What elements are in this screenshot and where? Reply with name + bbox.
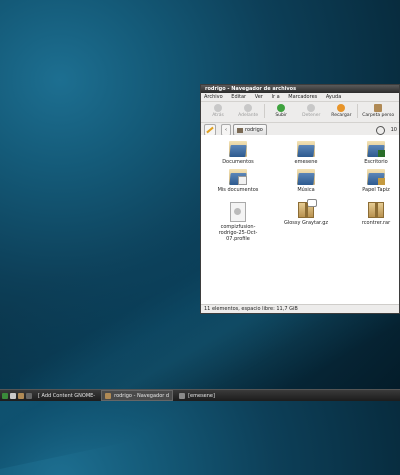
desktop-folder-icon [367, 141, 385, 157]
emesene-icon [179, 392, 186, 399]
zoom-value: 10 [390, 127, 397, 133]
toolbar-separator [264, 104, 266, 118]
stop-label: Detener [302, 113, 321, 118]
home-folder-icon [237, 127, 243, 133]
task-add-content[interactable]: [ Add Content GNOME- [35, 391, 98, 400]
up-label: Subir [275, 113, 287, 118]
back-button[interactable]: Atrás [203, 104, 233, 118]
show-desktop-icon[interactable] [2, 392, 8, 399]
file-name: Papel Tapiz [362, 187, 390, 193]
file-item[interactable]: Documentos [213, 141, 263, 165]
zoom-magnifier-icon [375, 125, 385, 135]
file-item[interactable]: Glossy Graytar.gz [281, 199, 331, 226]
file-item[interactable]: Música [281, 169, 331, 193]
file-name: Documentos [222, 159, 254, 165]
stop-button[interactable]: Detener [296, 104, 326, 118]
terminal-icon[interactable] [26, 392, 32, 399]
back-arrow-icon [214, 104, 223, 112]
archive-icon [368, 202, 384, 218]
breadcrumb-label: rodrigo [245, 127, 263, 133]
reload-icon [337, 104, 346, 112]
document-icon [230, 202, 246, 222]
file-browser-window[interactable]: rodrigo - Navegador de archivos Archivo … [200, 84, 400, 314]
file-item[interactable]: Papel Tapiz [351, 169, 399, 193]
forward-button[interactable]: Adelante [233, 104, 263, 118]
file-name: Glossy Graytar.gz [283, 220, 329, 226]
toolbar-separator [357, 104, 359, 118]
folder-icon[interactable] [18, 392, 24, 399]
file-item[interactable]: compizfusion-rodrigo-25-Oct-07.profile [213, 202, 263, 242]
file-name: compizfusion-rodrigo-25-Oct-07.profile [218, 224, 258, 242]
file-name: emesene [294, 159, 318, 165]
image-folder-icon [367, 169, 385, 185]
archive-icon [298, 199, 317, 218]
zoom-control[interactable]: 10 [375, 125, 399, 135]
menu-marcadores[interactable]: Marcadores [288, 94, 317, 100]
file-item[interactable]: rcontrer.rar [351, 202, 399, 226]
trash-icon[interactable] [10, 392, 16, 399]
task-emesene[interactable]: [emesene] [176, 391, 218, 400]
file-name: Escritorio [364, 159, 388, 165]
menu-editar[interactable]: Editar [231, 94, 246, 100]
back-label: Atrás [212, 113, 224, 118]
home-button[interactable]: Carpeta perso [359, 104, 397, 118]
task-label: [ Add Content GNOME- [38, 392, 96, 399]
forward-label: Adelante [238, 113, 259, 118]
home-folder-icon [374, 104, 383, 112]
file-item[interactable]: emesene [281, 141, 331, 165]
menu-bar: Archivo Editar Ver Ir a Marcadores Ayuda [201, 93, 399, 102]
menu-ayuda[interactable]: Ayuda [326, 94, 341, 100]
toolbar: Atrás Adelante Subir Detener Recargar Ca… [201, 102, 399, 123]
taskbar: [ Add Content GNOME- rodrigo - Navegador… [0, 389, 400, 401]
file-item[interactable]: Mis documentos [213, 169, 263, 193]
reload-label: Recargar [331, 113, 352, 118]
home-label: Carpeta perso [362, 113, 395, 118]
folder-icon [229, 141, 247, 157]
reload-button[interactable]: Recargar [326, 104, 356, 118]
stop-icon [307, 104, 316, 112]
task-label: [emesene] [188, 392, 215, 399]
task-label: rodrigo - Navegador d [114, 392, 170, 399]
task-file-browser[interactable]: rodrigo - Navegador d [101, 390, 174, 401]
file-name: Mis documentos [217, 187, 259, 193]
folder-icon [297, 141, 315, 157]
menu-ver[interactable]: Ver [255, 94, 263, 100]
status-bar: 11 elementos, espacio libre: 11,7 GiB [201, 304, 399, 313]
forward-arrow-icon [244, 104, 253, 112]
file-name: rcontrer.rar [361, 220, 391, 226]
up-arrow-icon [277, 104, 286, 112]
window-title[interactable]: rodrigo - Navegador de archivos [201, 85, 399, 93]
music-folder-icon [297, 169, 315, 185]
menu-archivo[interactable]: Archivo [204, 94, 223, 100]
file-item[interactable]: Escritorio [351, 141, 399, 165]
folder-icon [105, 392, 112, 399]
up-button[interactable]: Subir [266, 104, 296, 118]
file-name: Música [297, 187, 315, 193]
file-view[interactable]: Documentos emesene Escritorio Mis docume… [201, 135, 399, 305]
documents-folder-icon [229, 169, 247, 185]
menu-ir-a[interactable]: Ir a [271, 94, 279, 100]
